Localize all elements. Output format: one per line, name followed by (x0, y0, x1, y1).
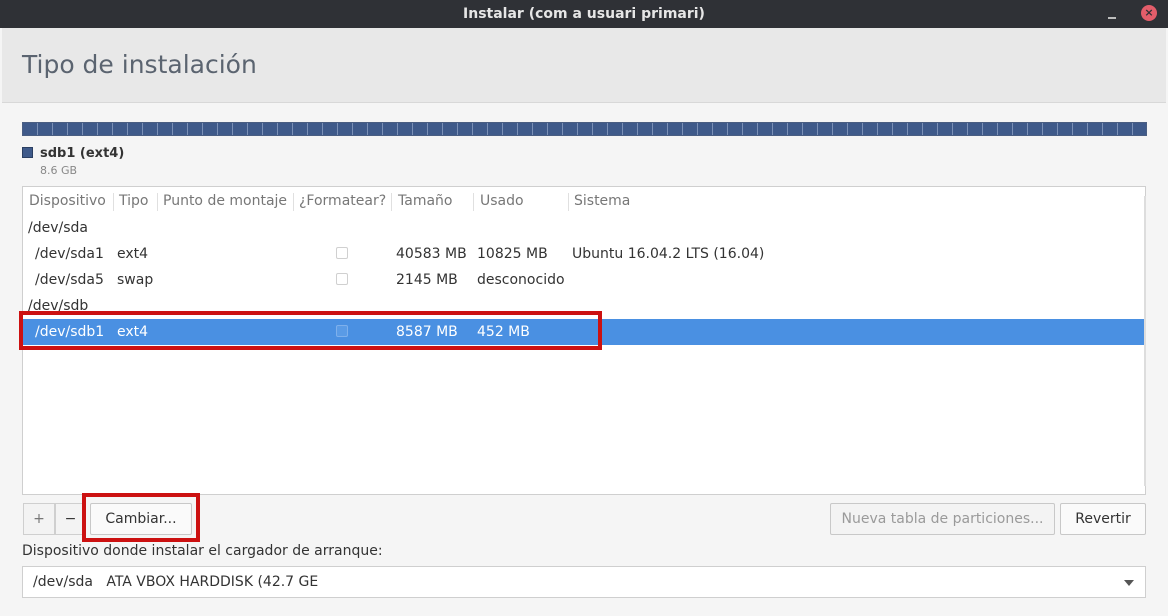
column-header-type[interactable]: Tipo (119, 193, 148, 209)
column-header-system[interactable]: Sistema (574, 193, 630, 209)
window-titlebar: Instalar (com a usuari primari) × (0, 0, 1168, 28)
size-cell: 40583 MB (396, 246, 467, 262)
partition-legend-name: sdb1 (ext4) (40, 146, 125, 161)
partition-bar (22, 122, 1147, 136)
table-scrollbar[interactable] (1144, 196, 1146, 486)
used-cell: 10825 MB (477, 246, 548, 262)
format-checkbox[interactable] (336, 273, 348, 285)
bootloader-device-value: /dev/sda ATA VBOX HARDDISK (42.7 GE (33, 574, 319, 590)
device-cell: /dev/sda5 (35, 272, 104, 288)
column-header-size[interactable]: Tamaño (398, 193, 452, 209)
device-cell: /dev/sda1 (35, 246, 104, 262)
size-cell: 2145 MB (396, 272, 458, 288)
selected-row-highlight (19, 311, 602, 350)
partition-legend-size: 8.6 GB (40, 164, 78, 177)
bootloader-device-select[interactable]: /dev/sda ATA VBOX HARDDISK (42.7 GE (22, 566, 1146, 598)
change-button-highlight (82, 493, 200, 542)
type-cell: ext4 (117, 246, 149, 262)
device-cell: /dev/sda (28, 220, 88, 236)
page-header: Tipo de instalación (2, 28, 1166, 103)
table-header: Dispositivo Tipo Punto de montaje ¿Forma… (23, 187, 1145, 215)
column-header-format[interactable]: ¿Formatear? (299, 193, 386, 209)
minimize-icon[interactable] (1104, 6, 1120, 22)
column-header-used[interactable]: Usado (480, 193, 524, 209)
format-checkbox[interactable] (336, 247, 348, 259)
table-row[interactable]: /dev/sda5 swap 2145 MB desconocido (23, 267, 1145, 293)
used-cell: desconocido (477, 272, 565, 288)
type-cell: swap (117, 272, 154, 288)
window-title: Instalar (com a usuari primari) (463, 6, 705, 22)
bootloader-label: Dispositivo donde instalar el cargador d… (22, 543, 383, 559)
revert-button[interactable]: Revertir (1060, 503, 1146, 535)
table-row[interactable]: /dev/sda (23, 215, 1145, 241)
partition-color-swatch (22, 147, 33, 158)
page-title: Tipo de instalación (22, 50, 257, 79)
chevron-down-icon (1124, 580, 1134, 586)
close-icon[interactable]: × (1141, 5, 1157, 21)
add-partition-button[interactable]: + (23, 503, 55, 535)
column-header-device[interactable]: Dispositivo (29, 193, 106, 209)
new-partition-table-button[interactable]: Nueva tabla de particiones... (830, 503, 1055, 535)
table-row[interactable]: /dev/sda1 ext4 40583 MB 10825 MB Ubuntu … (23, 241, 1145, 267)
column-header-mount[interactable]: Punto de montaje (163, 193, 287, 209)
system-cell: Ubuntu 16.04.2 LTS (16.04) (572, 246, 765, 262)
